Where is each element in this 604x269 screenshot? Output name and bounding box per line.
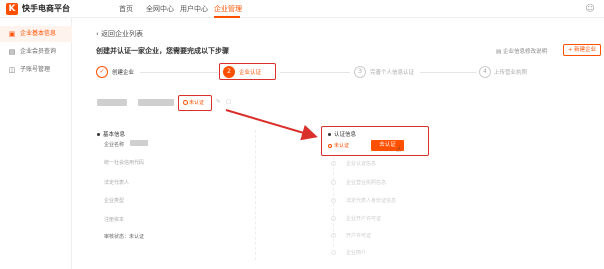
logo-icon: K bbox=[6, 3, 18, 15]
company-name-redacted bbox=[138, 99, 174, 106]
cert-status-label: 未认证 bbox=[334, 143, 350, 149]
users-icon: ◫ bbox=[8, 66, 16, 74]
info-row-capital: 注册资本 bbox=[104, 217, 125, 223]
warning-icon bbox=[183, 100, 188, 105]
info-row-audit-status: 审核状态：未认证 bbox=[104, 234, 145, 240]
back-label: 返回企业列表 bbox=[101, 30, 144, 38]
chevron-left-icon: ‹ bbox=[96, 30, 99, 38]
nav-home[interactable]: 首页 bbox=[119, 3, 133, 15]
delete-icon[interactable]: ▢ bbox=[226, 99, 231, 105]
info-row-name: 企业名称 bbox=[104, 141, 124, 148]
nav-enterprise[interactable]: 企业管理 bbox=[214, 3, 242, 15]
sidebar-item-member-query[interactable]: ▤ 企业会员查询 bbox=[0, 44, 72, 60]
timeline-node-icon bbox=[331, 233, 336, 238]
step-1-label: 创建企业 bbox=[112, 70, 135, 76]
info-row-credit-code: 统一社会信用代码 bbox=[104, 160, 145, 166]
step-connector bbox=[280, 72, 350, 73]
top-bar: K 快手电商平台 首页 全网中心 用户中心 企业管理 ☺ bbox=[0, 0, 604, 18]
cert-row: 法定代表人身份证信息 bbox=[346, 198, 397, 204]
nav-active-indicator bbox=[214, 16, 240, 18]
timeline-node-icon bbox=[331, 161, 336, 166]
info-change-label: 企业信息修改说明 bbox=[502, 49, 547, 55]
step-4-label: 上传营业执照 bbox=[494, 70, 528, 76]
info-value-redacted bbox=[130, 140, 148, 146]
status-badge: 未认证 bbox=[183, 99, 204, 106]
back-link[interactable]: ‹ 返回企业列表 bbox=[96, 29, 143, 39]
column-divider bbox=[255, 130, 256, 260]
user-avatar-icon[interactable]: ☺ bbox=[584, 3, 596, 15]
building-icon: ▣ bbox=[8, 30, 16, 38]
status-dot-icon bbox=[328, 143, 332, 148]
cert-row: 企业开户许可证 bbox=[346, 216, 382, 222]
hand-cursor-icon: ☝ bbox=[396, 145, 401, 154]
sidebar-item-label: 企业会员查询 bbox=[20, 48, 57, 55]
cert-row: 企业简介 bbox=[346, 250, 367, 256]
company-name-redacted bbox=[97, 99, 127, 106]
step-4-number: 4 bbox=[479, 66, 491, 78]
bullet-icon bbox=[97, 133, 100, 136]
step-3-number: 3 bbox=[354, 66, 366, 78]
cert-row: 开户许可证 bbox=[346, 233, 372, 239]
timeline-node-icon bbox=[331, 216, 336, 221]
info-row-type: 企业类型 bbox=[104, 198, 125, 204]
info-label: 企业名称 bbox=[104, 142, 125, 148]
basic-info-title: 基本信息 bbox=[97, 130, 125, 138]
brand-name: 快手电商平台 bbox=[22, 4, 70, 13]
cert-row: 企业认证信息 bbox=[346, 161, 377, 167]
annotation-arrow bbox=[225, 109, 318, 141]
sidebar-item-subaccounts[interactable]: ◫ 子账号管理 bbox=[0, 62, 72, 78]
edit-icon[interactable]: ✎ bbox=[216, 99, 221, 105]
search-list-icon: ▤ bbox=[8, 48, 16, 56]
sidebar: ▣ 企业基本信息 ▤ 企业会员查询 ◫ 子账号管理 bbox=[0, 18, 72, 269]
new-enterprise-button[interactable]: + 新建企业 bbox=[563, 44, 601, 56]
cert-status: 未认证 bbox=[328, 142, 349, 149]
nav-network[interactable]: 全网中心 bbox=[146, 3, 174, 15]
info-row-legal-rep: 法定代表人 bbox=[104, 180, 130, 186]
sidebar-item-basic-info[interactable]: ▣ 企业基本信息 bbox=[0, 26, 72, 42]
status-badge-label: 未认证 bbox=[189, 100, 205, 106]
step-connector bbox=[140, 72, 218, 73]
sidebar-item-label: 企业基本信息 bbox=[20, 30, 57, 37]
document-icon: ▤ bbox=[496, 49, 503, 55]
step-1-check-icon: ✓ bbox=[96, 66, 108, 78]
timeline-node-icon bbox=[331, 250, 336, 255]
step-connector bbox=[420, 72, 476, 73]
sidebar-item-label: 子账号管理 bbox=[20, 66, 51, 73]
info-change-link[interactable]: ▤ 企业信息修改说明 bbox=[496, 47, 547, 55]
timeline-node-icon bbox=[331, 198, 336, 203]
app-root: K 快手电商平台 首页 全网中心 用户中心 企业管理 ☺ ▣ 企业基本信息 ▤ … bbox=[0, 0, 604, 269]
basic-info-title-text: 基本信息 bbox=[103, 132, 126, 138]
step-3-label: 完善个人信息认证 bbox=[370, 70, 415, 76]
cert-row: 企业营业执照信息 bbox=[346, 180, 387, 186]
step-2-highlight-box bbox=[219, 63, 276, 80]
page-heading: 创建并认证一家企业，您需要完成以下步骤 bbox=[96, 47, 229, 55]
timeline-node-icon bbox=[331, 180, 336, 185]
nav-user-center[interactable]: 用户中心 bbox=[180, 3, 208, 15]
